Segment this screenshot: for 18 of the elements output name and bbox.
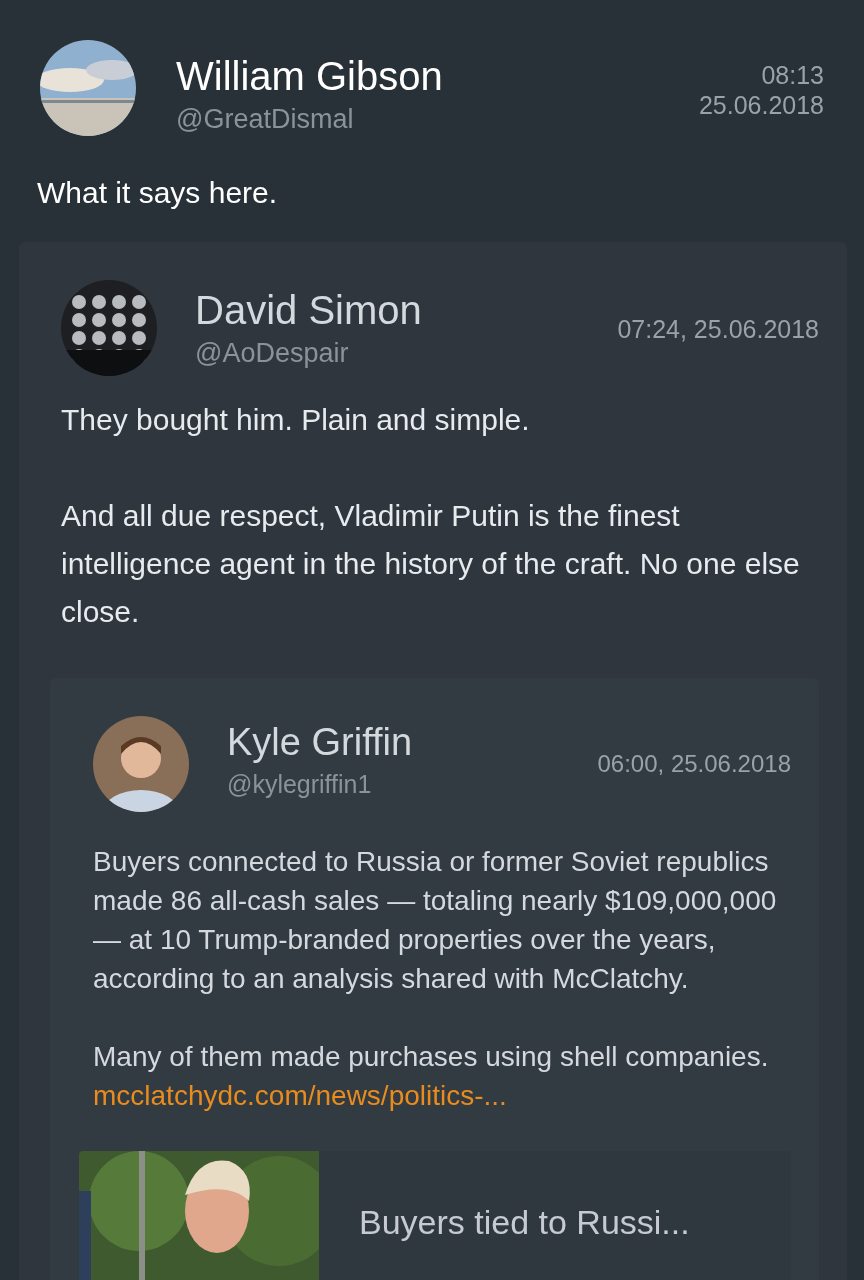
author-name: Kyle Griffin xyxy=(227,720,414,765)
author-name: David Simon xyxy=(195,287,423,334)
article-link[interactable]: mcclatchydc.com/news/politics-... xyxy=(93,1080,507,1111)
author-name: William Gibson xyxy=(176,53,444,100)
tweet-text: And all due respect, Vladimir Putin is the finest intelligence agent in the history of the craft. No one else close. xyxy=(61,498,801,630)
link-title: Buyers tied to Russi... xyxy=(358,1202,690,1243)
author-handle: @AoDespair xyxy=(195,338,350,369)
author-handle: @GreatDismal xyxy=(176,104,355,135)
tweet-text: Buyers connected to Russia or former Soviet republics made 86 all-cash sales — totaling nearly $109,000,000 — at 10 Trump-branded properties over the years, according to an analysis shared with McClatchy. xyxy=(93,845,778,996)
tweet-text: They bought him. Plain and simple. xyxy=(61,402,531,438)
tweet-timestamp: 06:00, 25.06.2018 xyxy=(597,749,791,779)
link-preview-card[interactable]: Buyers tied to Russi... xyxy=(79,1151,791,1280)
tweet-timestamp: 07:24, 25.06.2018 xyxy=(617,314,819,344)
tweet-text: Many of them made purchases using shell companies. mcclatchydc.com/news/politics-... xyxy=(93,1040,770,1113)
tweet-time: 08:13 xyxy=(760,60,824,90)
author-handle: @kylegriffin1 xyxy=(227,769,373,799)
tweet-date: 25.06.2018 xyxy=(698,90,824,120)
tweet-text: What it says here. xyxy=(37,176,279,210)
